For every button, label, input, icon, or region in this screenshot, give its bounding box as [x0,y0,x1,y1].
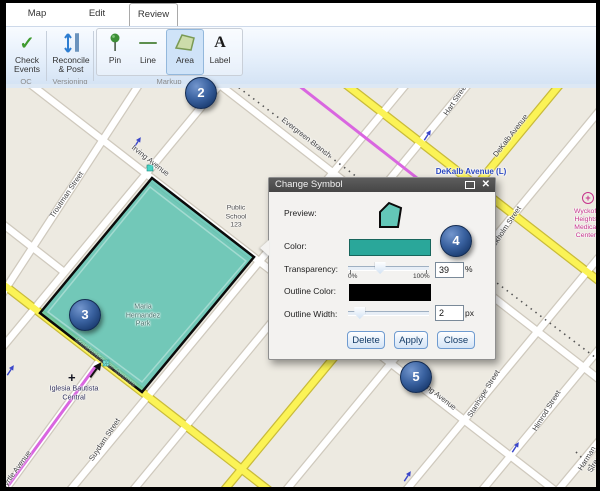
label-icon: A [214,34,226,52]
pin-label: Pin [101,56,129,65]
map-label: Wyckoff Heights Medical Center [574,208,596,240]
reconcile-post-label: Reconcile & Post [50,56,92,74]
pin-button[interactable]: Pin [100,29,130,75]
outline-width-slider-thumb[interactable] [354,307,365,319]
outline-width-unit: px [465,308,474,318]
app-window: Map Edit Review ✓ Check Events Reconcile… [0,0,600,491]
label-label: Label [205,56,235,65]
transparency-label: Transparency: [284,264,338,274]
check-events-button[interactable]: ✓ Check Events [8,29,46,77]
area-icon [173,32,197,54]
close-button[interactable]: Close [437,331,475,349]
check-events-label: Check Events [9,56,45,74]
pin-icon [108,32,122,54]
callout-badge-3: 3 [69,299,101,331]
ribbon: Map Edit Review ✓ Check Events Reconcile… [6,3,596,88]
transparency-max-label: 100% [413,273,430,280]
delete-button[interactable]: Delete [347,331,385,349]
line-icon [139,42,157,44]
maximize-icon[interactable] [465,181,475,189]
transparency-unit: % [465,264,473,274]
symbol-preview [376,200,406,230]
check-icon: ✓ [19,33,34,54]
transparency-min-label: 0% [348,273,357,280]
label-button[interactable]: A Label [204,29,236,75]
map-label: Maria Hernandez Park [126,303,160,329]
map-label: DeKalb Avenue (L) [436,168,507,177]
close-icon[interactable]: ✕ [482,178,490,192]
hospital-plus-icon: + [582,192,594,204]
change-symbol-dialog: Change Symbol ✕ Preview: Color: Transpar… [268,177,496,360]
color-swatch[interactable] [349,239,431,256]
dialog-title: Change Symbol [275,179,343,190]
ribbon-tab-row: Map Edit Review [6,3,596,26]
area-label: Area [167,56,203,65]
tab-map[interactable]: Map [20,3,54,25]
church-cross-icon: + [68,369,76,387]
transparency-value-input[interactable]: 39 [435,262,464,278]
color-label: Color: [284,241,307,251]
outline-color-swatch[interactable] [349,284,431,301]
callout-badge-2: 2 [185,77,217,109]
area-button[interactable]: Area [166,29,204,75]
transparency-slider-thumb[interactable] [375,262,386,274]
callout-badge-4: 4 [440,225,472,257]
outline-width-label: Outline Width: [284,309,337,319]
reconcile-post-button[interactable]: Reconcile & Post [49,29,93,77]
outline-width-slider[interactable] [348,311,429,316]
tab-review[interactable]: Review [129,3,178,26]
group-separator [93,31,94,81]
map-label: Public School 123 [226,204,247,230]
dialog-title-bar[interactable]: Change Symbol ✕ [269,178,495,192]
reconcile-icon [63,32,79,54]
line-button[interactable]: Line [133,29,163,75]
outline-color-label: Outline Color: [284,286,336,296]
preview-label: Preview: [284,208,317,218]
callout-badge-5: 5 [400,361,432,393]
transparency-slider[interactable] [348,266,429,271]
park-markup-polygon[interactable] [40,178,254,392]
line-label: Line [134,56,162,65]
ribbon-body: ✓ Check Events Reconcile & Post [6,26,596,85]
map-label: Iglesia Bautista Central [50,385,99,402]
apply-button[interactable]: Apply [394,331,428,349]
dialog-callout-notch [260,240,269,256]
tab-edit[interactable]: Edit [82,3,112,25]
group-separator [46,31,47,81]
outline-width-value-input[interactable]: 2 [435,305,464,321]
